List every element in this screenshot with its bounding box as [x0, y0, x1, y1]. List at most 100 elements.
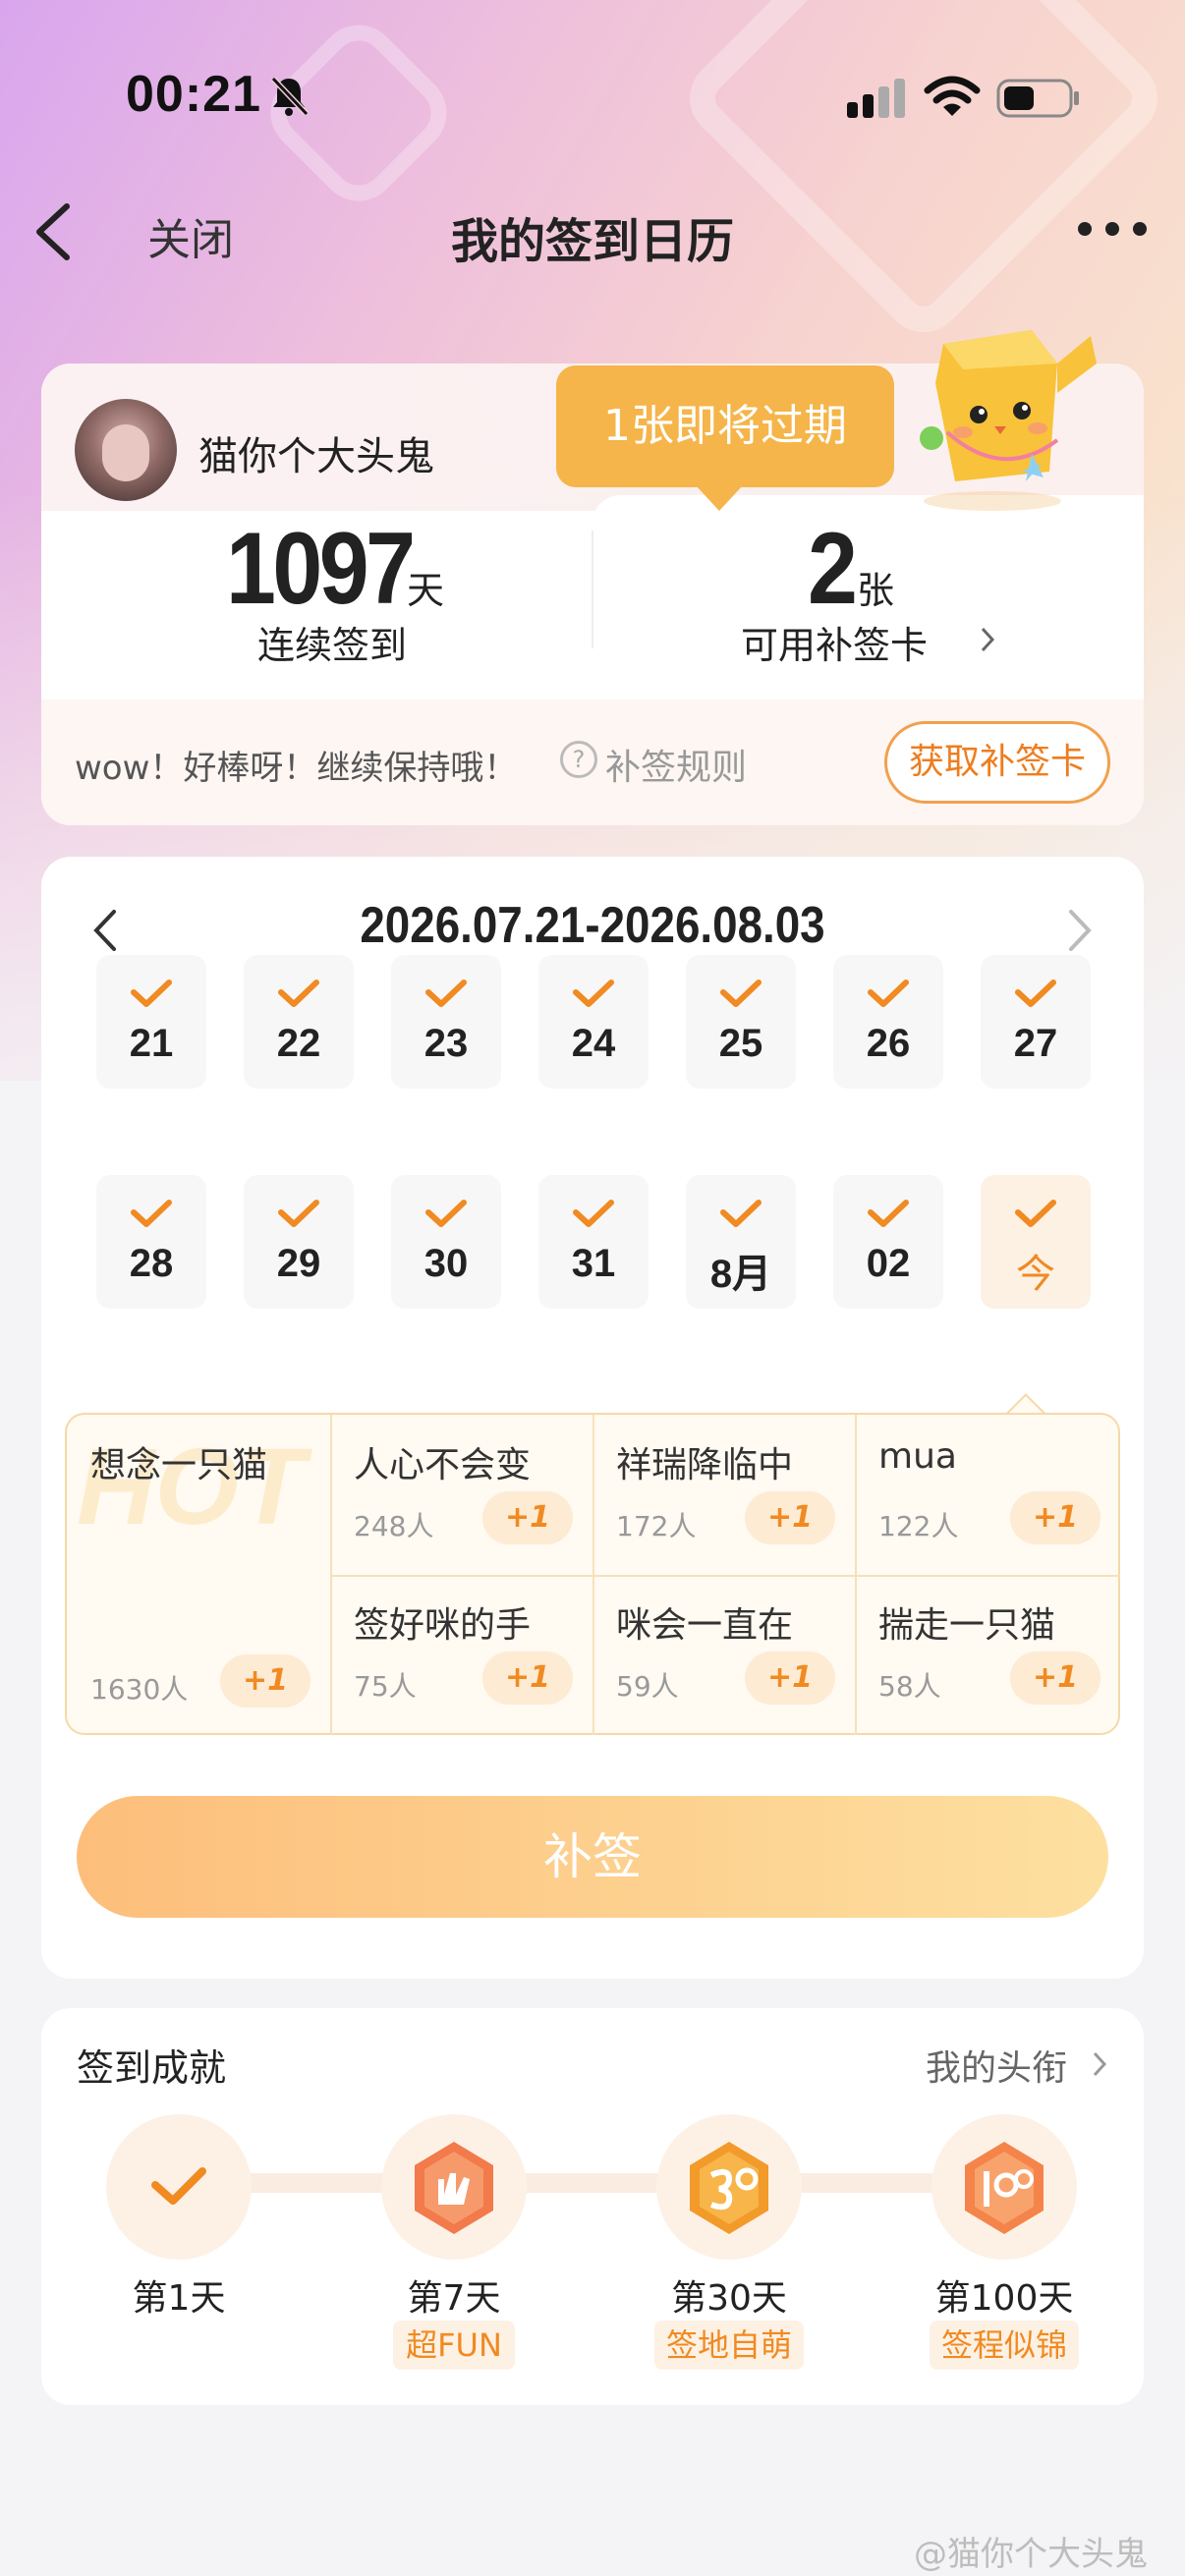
sign-tag[interactable]: 想念一只猫 1630人 +1: [67, 1415, 330, 1735]
chevron-right-icon: [1093, 2051, 1107, 2077]
watermark: @猫你个大头鬼: [914, 2535, 1148, 2574]
status-bar: 00:21: [0, 59, 1185, 138]
expire-tooltip: 1张即将过期: [556, 365, 894, 511]
sign-tag-name: 签好咪的手: [354, 1605, 532, 1646]
my-titles-label: 我的头衔: [926, 2048, 1068, 2089]
calendar-day-label: 23: [423, 1022, 469, 1065]
encourage-bar: wow！好棒呀！继续保持哦！ ? 补签规则 获取补签卡: [41, 700, 1144, 825]
sign-tag-count: 1630人: [90, 1673, 189, 1706]
streak-days-label: 连续签到: [257, 624, 408, 667]
achievement-day1[interactable]: [106, 2114, 252, 2260]
plus-one-button[interactable]: +1: [220, 1654, 310, 1708]
calendar-day[interactable]: 31: [538, 1175, 649, 1309]
battery-icon: [996, 79, 1079, 118]
days-30-badge-icon: [690, 2142, 768, 2234]
plus-one-button[interactable]: +1: [1010, 1652, 1100, 1705]
check-icon: [720, 980, 762, 1007]
mascot-illustration: [920, 330, 1097, 511]
achievement-track: [149, 2173, 1034, 2193]
calendar-day[interactable]: 02: [833, 1175, 943, 1309]
get-makeup-card-button[interactable]: 获取补签卡: [884, 721, 1110, 804]
calendar-day[interactable]: 23: [391, 955, 501, 1089]
makeup-cards-label: 可用补签卡: [741, 624, 929, 667]
sign-tag-name: 祥瑞降临中: [616, 1445, 794, 1485]
achievement-day-label: 第100天: [934, 2278, 1074, 2319]
sign-tag-name: 想念一只猫: [90, 1445, 268, 1485]
sign-tag[interactable]: 咪会一直在 59人 +1: [592, 1575, 855, 1735]
question-icon[interactable]: ?: [560, 741, 597, 778]
sign-tag[interactable]: 签好咪的手 75人 +1: [330, 1575, 592, 1735]
calendar-day-label: 30: [423, 1242, 469, 1285]
calendar-card: 2026.07.21-2026.08.03 21 22 23 24 25 26 27 28 29…: [41, 857, 1144, 1979]
next-range-chevron-icon[interactable]: [1059, 906, 1099, 955]
calendar-day[interactable]: 25: [686, 955, 796, 1089]
calendar-day[interactable]: 27: [981, 955, 1091, 1089]
calendar-day[interactable]: 29: [244, 1175, 354, 1309]
calendar-day-label: 24: [571, 1022, 616, 1065]
check-icon: [720, 1200, 762, 1227]
check-icon: [278, 980, 319, 1007]
my-titles-link[interactable]: 我的头衔: [926, 2040, 1122, 2089]
sign-tags-panel: HOT 想念一只猫 1630人 +1 人心不会变 248人 +1 祥瑞降临中 172人 +1 mu…: [65, 1413, 1120, 1735]
avatar[interactable]: [75, 399, 177, 501]
plus-one-button[interactable]: +1: [482, 1652, 573, 1705]
sign-tag[interactable]: 人心不会变 248人 +1: [330, 1415, 592, 1575]
achievement-day30[interactable]: [656, 2114, 802, 2260]
calendar-day-label: 26: [866, 1022, 911, 1065]
check-icon: [1015, 980, 1056, 1007]
mute-bell-icon: [270, 76, 310, 117]
calendar-day-label: 22: [276, 1022, 321, 1065]
calendar-day-label: 27: [1013, 1022, 1058, 1065]
sign-tag-count: 75人: [354, 1670, 417, 1703]
calendar-day[interactable]: 21: [96, 955, 206, 1089]
check-icon: [868, 1200, 909, 1227]
check-icon: [425, 1200, 467, 1227]
calendar-day-label: 25: [718, 1022, 763, 1065]
makeup-cards-unit: 张: [857, 569, 895, 612]
calendar-day-label: 21: [129, 1022, 174, 1065]
sign-tag[interactable]: 祥瑞降临中 172人 +1: [592, 1415, 855, 1575]
calendar-day[interactable]: 28: [96, 1175, 206, 1309]
calendar-day-today[interactable]: 今: [981, 1175, 1091, 1309]
calendar-day[interactable]: 26: [833, 955, 943, 1089]
sign-tag-name: 咪会一直在: [616, 1605, 794, 1646]
sign-tag[interactable]: 揣走一只猫 58人 +1: [855, 1575, 1120, 1735]
calendar-day[interactable]: 24: [538, 955, 649, 1089]
page-title: 我的签到日历: [450, 214, 734, 269]
calendar-day-label: 31: [571, 1242, 616, 1285]
achievement-title-badge: 超FUN: [393, 2321, 515, 2370]
plus-one-button[interactable]: +1: [1010, 1491, 1100, 1544]
achievements-title: 签到成就: [77, 2046, 227, 2090]
rules-link[interactable]: 补签规则: [605, 739, 747, 790]
makeup-sign-button[interactable]: 补签: [77, 1796, 1108, 1918]
plus-one-button[interactable]: +1: [745, 1491, 835, 1544]
calendar-day[interactable]: 22: [244, 955, 354, 1089]
check-icon: [573, 1200, 614, 1227]
days-100-badge-icon: [965, 2142, 1044, 2234]
encourage-text: wow！好棒呀！继续保持哦！: [75, 749, 518, 788]
check-icon: [131, 980, 172, 1007]
calendar-day-label: 29: [276, 1242, 321, 1285]
achievement-day7[interactable]: [381, 2114, 527, 2260]
plus-one-button[interactable]: +1: [745, 1652, 835, 1705]
sign-tag[interactable]: mua 122人 +1: [855, 1415, 1120, 1575]
check-icon: [868, 980, 909, 1007]
check-icon: [131, 1200, 172, 1227]
achievement-title-badge: 签地自萌: [654, 2321, 804, 2370]
sign-tag-name: 揣走一只猫: [878, 1605, 1056, 1646]
calendar-day-label: 8月: [709, 1253, 772, 1296]
makeup-cards-link[interactable]: 可用补签卡: [741, 615, 995, 667]
achievements-card: 签到成就 我的头衔 第1天 第7天 第30天 第100天 超FUN 签地自萌 签…: [41, 2008, 1144, 2405]
sign-tag-count: 248人: [354, 1510, 434, 1542]
achievement-day-label: 第7天: [407, 2278, 501, 2319]
calendar-day-label: 今: [1016, 1253, 1055, 1296]
plus-one-button[interactable]: +1: [482, 1491, 573, 1544]
calendar-day[interactable]: 8月: [686, 1175, 796, 1309]
signal-icon: [847, 79, 905, 118]
streak-days-unit: 天: [407, 569, 445, 612]
more-icon[interactable]: [1073, 214, 1152, 244]
calendar-day[interactable]: 30: [391, 1175, 501, 1309]
makeup-cards-value: 2: [808, 512, 858, 626]
achievement-day-label: 第1天: [132, 2278, 226, 2319]
achievement-day100[interactable]: [931, 2114, 1077, 2260]
